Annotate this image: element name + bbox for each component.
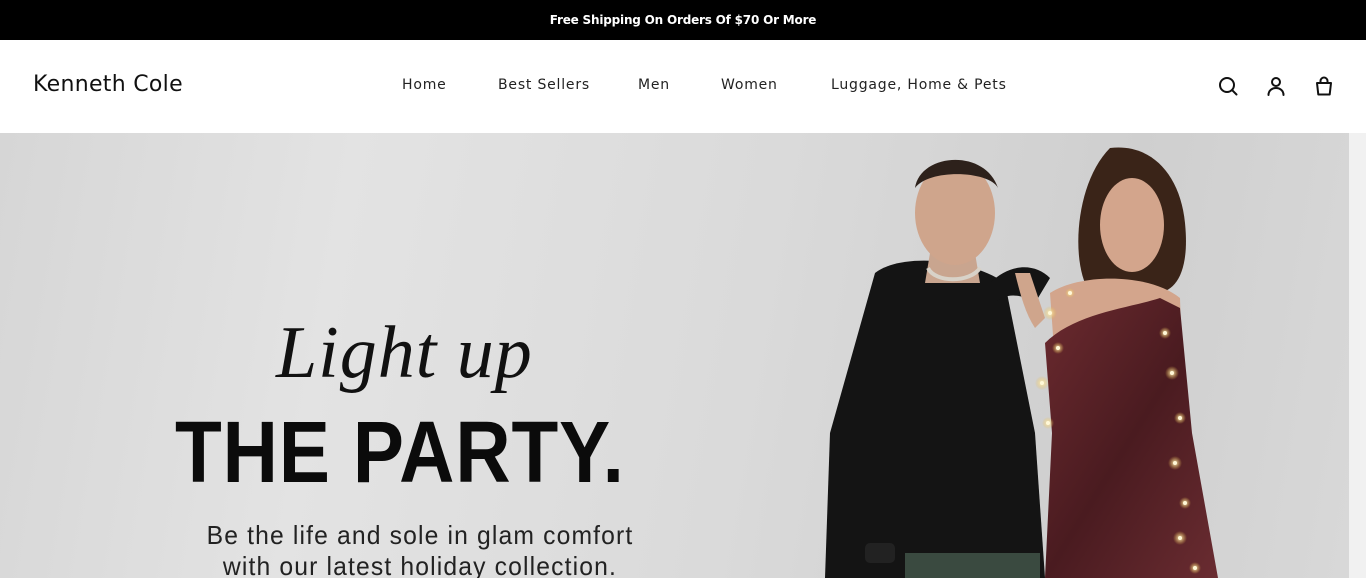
hero-subtext: Be the life and sole in glam comfort wit… xyxy=(206,520,634,578)
page-scrollbar[interactable] xyxy=(1349,133,1366,578)
announcement-text: Free Shipping On Orders Of $70 Or More xyxy=(549,13,817,27)
account-icon[interactable] xyxy=(1264,74,1288,98)
hero-banner[interactable]: Light up THE PARTY. Be the life and sole… xyxy=(0,133,1349,578)
brand-logo[interactable]: Kenneth Cole xyxy=(33,72,183,97)
nav-item-men[interactable]: Men xyxy=(638,77,670,93)
hero-headline: THE PARTY. xyxy=(175,404,625,501)
nav-item-home[interactable]: Home xyxy=(402,77,447,93)
cart-icon[interactable] xyxy=(1312,74,1336,98)
nav-item-luggage-home-pets[interactable]: Luggage, Home & Pets xyxy=(831,77,1007,93)
hero-script-line: Light up xyxy=(276,312,533,394)
hero-models-image xyxy=(825,147,1218,578)
nav-item-women[interactable]: Women xyxy=(721,77,778,93)
announcement-bar: Free Shipping On Orders Of $70 Or More xyxy=(0,0,1366,40)
nav-item-best-sellers[interactable]: Best Sellers xyxy=(498,77,590,93)
search-icon[interactable] xyxy=(1216,74,1240,98)
site-header: Kenneth Cole Home Best Sellers Men Women… xyxy=(0,40,1366,133)
